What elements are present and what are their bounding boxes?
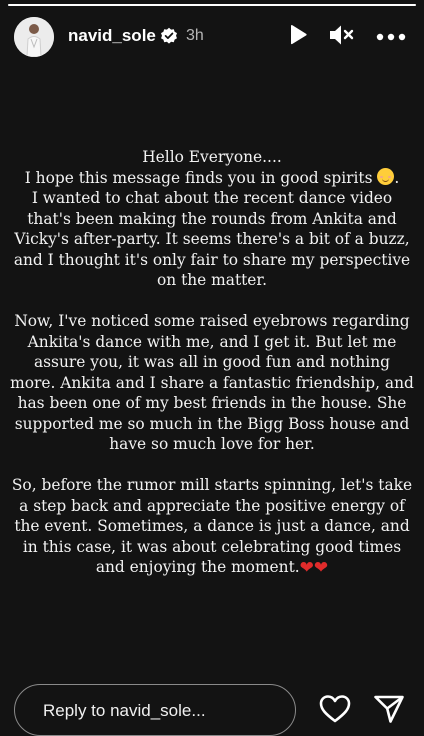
send-icon: [373, 694, 405, 729]
reply-placeholder: Reply to navid_sole...: [43, 701, 206, 720]
heart-outline-icon: [319, 694, 351, 729]
story-header: navid_sole 3h: [0, 14, 424, 60]
paragraph-2-text: Now, I've noticed some raised eyebrows r…: [10, 312, 414, 453]
like-button[interactable]: [318, 694, 352, 728]
red-heart-emoji-icon: ❤: [313, 558, 329, 578]
profile-avatar[interactable]: [14, 17, 54, 57]
speaker-muted-icon: [329, 24, 355, 51]
more-options-icon: [376, 28, 406, 46]
story-frame[interactable]: navid_sole 3h Hello Everyone.... I hope …: [0, 0, 424, 736]
more-options-button[interactable]: [374, 23, 408, 51]
smiling-face-emoji-icon: [377, 167, 395, 185]
story-paragraph-2: Now, I've noticed some raised eyebrows r…: [10, 311, 414, 455]
paragraph-3-text: So, before the rumor mill starts spinnin…: [11, 476, 413, 576]
story-username[interactable]: navid_sole: [68, 26, 156, 46]
story-paragraph-3: So, before the rumor mill starts spinnin…: [10, 475, 414, 578]
story-progress-bar: [8, 4, 416, 6]
paragraph-1-intro: Hello Everyone.... I hope this message f…: [24, 148, 373, 187]
story-text: Hello Everyone.... I hope this message f…: [10, 147, 414, 598]
verified-badge-icon: [160, 27, 178, 45]
story-timestamp: 3h: [186, 27, 204, 44]
reply-input[interactable]: Reply to navid_sole...: [14, 684, 296, 736]
red-heart-emoji-icon: ❤: [299, 558, 314, 578]
send-button[interactable]: [372, 694, 406, 728]
play-icon: [288, 24, 308, 51]
play-button[interactable]: [284, 23, 312, 51]
story-paragraph-1: Hello Everyone.... I hope this message f…: [10, 147, 414, 291]
story-progress-fill: [8, 4, 416, 6]
mute-button[interactable]: [328, 23, 356, 51]
